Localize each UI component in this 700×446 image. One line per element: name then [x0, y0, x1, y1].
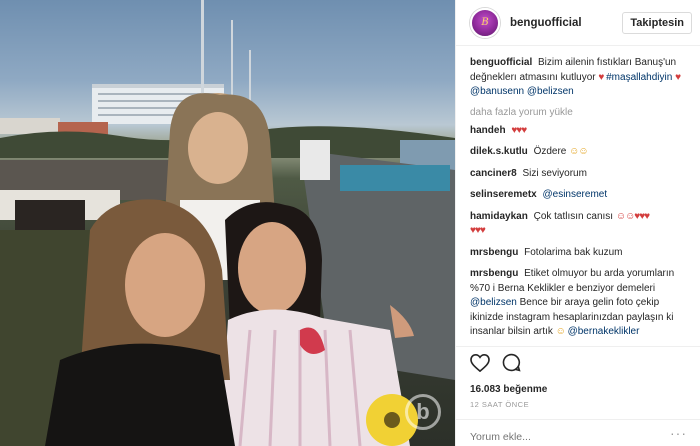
comment: canciner8 Sizi seviyorum [470, 167, 686, 182]
following-button[interactable]: Takiptesin [622, 11, 692, 34]
comment-input[interactable] [470, 428, 660, 446]
post-side-panel: B benguofficial Takiptesin benguofficial… [455, 0, 700, 446]
comment-username[interactable]: selinseremetx [470, 189, 537, 200]
comment-username[interactable]: dilek.s.kutlu [470, 146, 528, 157]
comment-emoji: ♥♥♥ [511, 124, 527, 136]
comment-mention[interactable]: @esinseremet [543, 189, 608, 200]
comment-emoji: ☺☺♥♥♥ [615, 210, 650, 222]
header-username[interactable]: benguofficial [510, 17, 622, 29]
comment-username[interactable]: handeh [470, 125, 506, 136]
comment: hamidaykan Çok tatlısın canısı ☺☺♥♥♥ ♥♥♥ [470, 210, 686, 239]
comment-text: Çok tatlısın canısı [533, 210, 614, 222]
comment-mention[interactable]: @belizsen [470, 297, 517, 308]
comment-username[interactable]: mrsbengu [470, 247, 518, 258]
comment: handeh ♥♥♥ [470, 124, 686, 139]
heart-icon[interactable] [470, 353, 490, 377]
action-icons [470, 353, 687, 377]
post-actions: 16.083 beğenme 12 saat önce [456, 346, 700, 409]
comment-icon[interactable] [502, 353, 521, 377]
comment-username[interactable]: mrsbengu [470, 268, 518, 279]
likes-count[interactable]: 16.083 beğenme [470, 384, 687, 395]
comment-emoji: ♥♥♥ [470, 225, 486, 236]
heart-emoji: ♥ [598, 71, 604, 83]
comment: mrsbengu Fotolarima bak kuzum [470, 246, 686, 261]
comment-username[interactable]: canciner8 [470, 168, 517, 179]
comment: dilek.s.kutlu Özdere ☺☺ [470, 145, 686, 160]
caption: benguofficial Bizim ailenin fıstıkları B… [470, 56, 686, 100]
comment-emoji: ☺ [555, 326, 566, 337]
avatar[interactable]: B [470, 7, 500, 38]
more-options-icon[interactable]: ··· [670, 426, 687, 446]
post-photo[interactable]: b [0, 0, 455, 446]
comment-username[interactable]: hamidaykan [470, 211, 528, 222]
caption-username[interactable]: benguofficial [470, 57, 532, 68]
heart-emoji: ♥ [675, 71, 681, 83]
post-header: B benguofficial Takiptesin [456, 0, 700, 46]
caption-mention[interactable]: @belizsen [527, 86, 574, 97]
caption-mention[interactable]: @banusenn [470, 86, 524, 97]
comment: selinseremetx @esinseremet [470, 188, 686, 203]
photo-scene [0, 0, 455, 446]
comment-mention[interactable]: @bernakeklikler [568, 326, 640, 337]
comment: mrsbengu Etiket olmuyor bu arda yorumlar… [470, 267, 686, 340]
avatar-initial: B [481, 17, 489, 28]
comment-text: Özdere [533, 146, 567, 157]
post-timestamp: 12 saat önce [470, 400, 530, 409]
caption-hashtag[interactable]: #maşallahdiyin [606, 72, 672, 83]
load-more-comments[interactable]: daha fazla yorum yükle [470, 107, 686, 118]
comments-list: benguofficial Bizim ailenin fıstıkları B… [456, 46, 700, 344]
comment-text: Sizi seviyorum [522, 167, 587, 179]
add-comment-bar: ··· [456, 419, 700, 446]
comment-emoji: ☺☺ [569, 146, 588, 157]
comment-text: Fotolarima bak kuzum [524, 246, 623, 258]
watermark-logo: b [405, 394, 441, 430]
